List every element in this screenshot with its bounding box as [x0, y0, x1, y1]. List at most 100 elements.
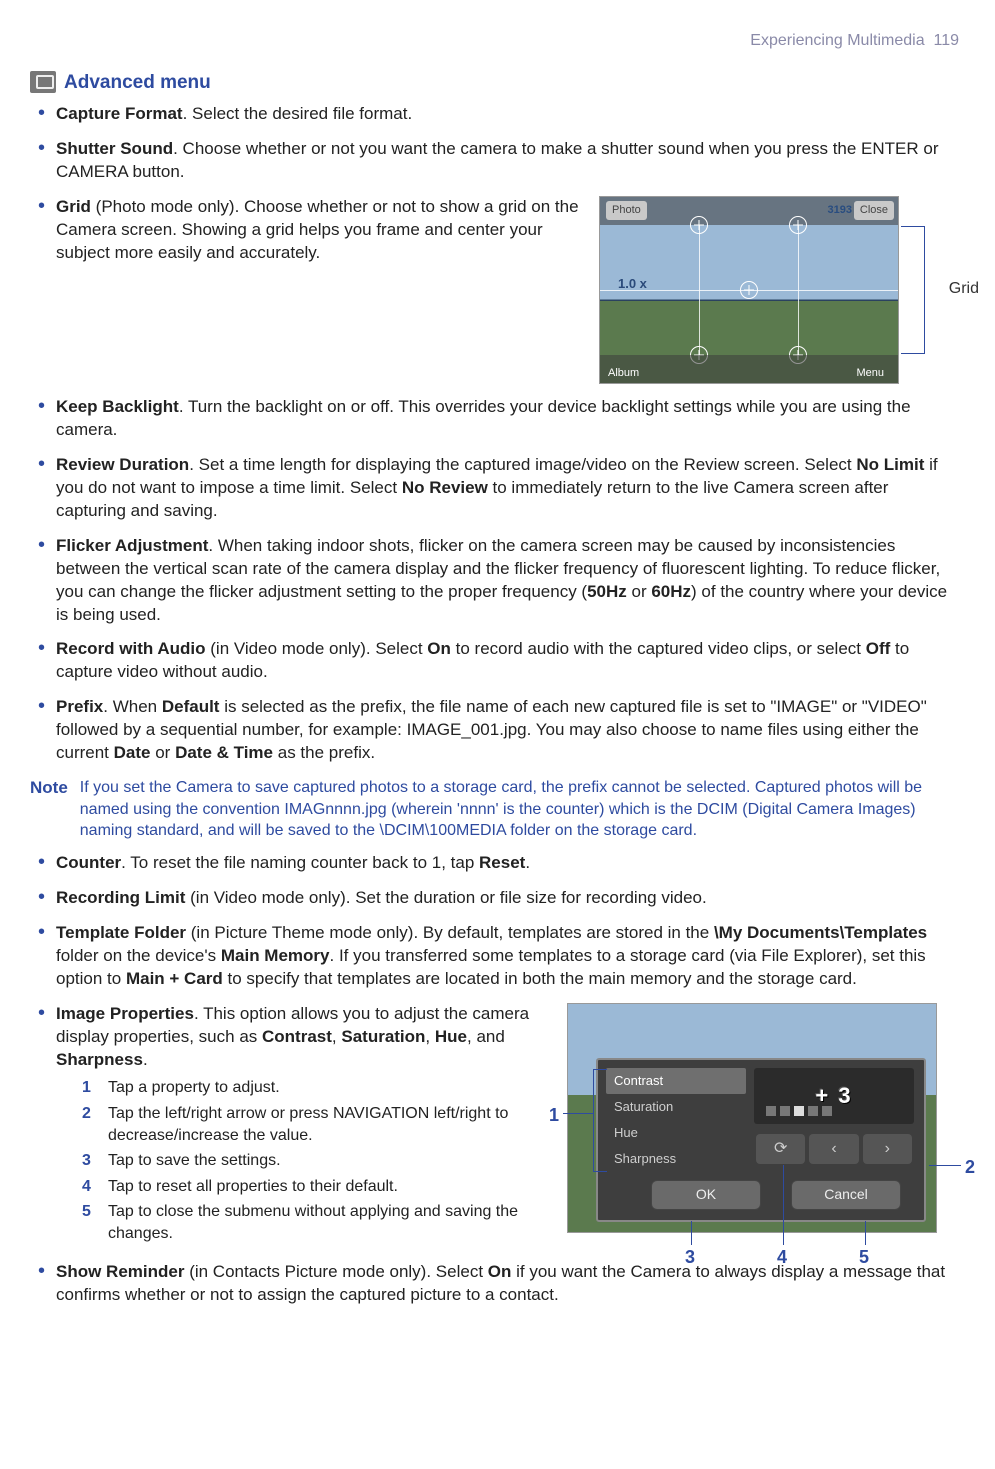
b2: Date — [114, 743, 151, 762]
section-heading: Advanced menu — [30, 70, 959, 96]
item-counter: Counter. To reset the file naming counte… — [30, 852, 959, 875]
label: Grid — [56, 197, 91, 216]
d1: . When — [103, 697, 162, 716]
callout-1: 1 — [549, 1103, 559, 1127]
opt-hue[interactable]: Hue — [606, 1120, 746, 1146]
b1: On — [427, 639, 451, 658]
chapter-title: Experiencing Multimedia — [750, 32, 924, 49]
b2: Main Memory — [221, 946, 330, 965]
label: Flicker Adjustment — [56, 536, 208, 555]
d1: Select — [436, 1262, 488, 1281]
camera-icon — [30, 71, 56, 93]
level-bar — [766, 1106, 832, 1116]
item-keep-backlight: Keep Backlight. Turn the backlight on or… — [30, 396, 959, 442]
d1: . To reset the file naming counter back … — [121, 853, 479, 872]
opt-saturation[interactable]: Saturation — [606, 1094, 746, 1120]
left-arrow-icon[interactable]: ‹ — [809, 1134, 858, 1164]
d2: . — [143, 1050, 148, 1069]
b1: Reset — [479, 853, 525, 872]
d1: . Set a time length for displaying the c… — [189, 455, 856, 474]
label: Keep Backlight — [56, 397, 179, 416]
label: Record with Audio — [56, 639, 206, 658]
note-block: Note If you set the Camera to save captu… — [30, 777, 959, 842]
note-key: Note — [30, 777, 68, 842]
close-label: Close — [854, 201, 894, 220]
b1: No Limit — [856, 455, 924, 474]
c1: , — [332, 1027, 341, 1046]
ok-button[interactable]: OK — [651, 1180, 761, 1210]
item-review-duration: Review Duration. Set a time length for d… — [30, 454, 959, 523]
mode-note: (in Video mode only). — [185, 888, 355, 907]
page-number: 119 — [933, 32, 959, 49]
step-text: Tap to save the settings. — [108, 1150, 281, 1172]
camera-preview: Photo 3193 Close 1.0 x Album — [599, 196, 899, 384]
label: Capture Format — [56, 104, 183, 123]
b2: No Review — [402, 478, 488, 497]
d3: as the prefix. — [273, 743, 375, 762]
mode-note: (Photo mode only). — [91, 197, 244, 216]
label: Shutter Sound — [56, 139, 173, 158]
label: Counter — [56, 853, 121, 872]
label: Image Properties — [56, 1004, 194, 1023]
opt-contrast[interactable]: Contrast — [606, 1068, 746, 1094]
image-properties-screenshot: Contrast Saturation Hue Sharpness + 3 — [567, 1003, 937, 1233]
c2: , — [425, 1027, 434, 1046]
menu-label: Menu — [856, 366, 884, 381]
b3: Date & Time — [175, 743, 273, 762]
b1: 50Hz — [587, 582, 627, 601]
item-capture-format: Capture Format. Select the desired file … — [30, 103, 959, 126]
image-properties-panel: Contrast Saturation Hue Sharpness + 3 — [596, 1058, 926, 1222]
d4: to specify that templates are located in… — [223, 969, 857, 988]
b1: On — [488, 1262, 512, 1281]
grid-figure: Photo 3193 Close 1.0 x Album — [599, 196, 959, 384]
item-grid: Grid (Photo mode only). Choose whether o… — [30, 196, 959, 384]
right-arrow-icon[interactable]: › — [863, 1134, 912, 1164]
item-flicker-adjustment: Flicker Adjustment. When taking indoor s… — [30, 535, 959, 627]
section-title: Advanced menu — [64, 70, 211, 96]
step-text: Tap the left/right arrow or press NAVIGA… — [108, 1103, 555, 1146]
mode-note: (in Picture Theme mode only). — [186, 923, 423, 942]
options-list: Capture Format. Select the desired file … — [30, 103, 959, 765]
cancel-button[interactable]: Cancel — [791, 1180, 901, 1210]
item-image-properties: Image Properties. This option allows you… — [30, 1003, 959, 1249]
desc: . Choose whether or not you want the cam… — [56, 139, 939, 181]
d1: Select — [375, 639, 427, 658]
label: Template Folder — [56, 923, 186, 942]
grid-callout-label: Grid — [949, 278, 979, 300]
opt-sharpness[interactable]: Sharpness — [606, 1146, 746, 1172]
desc: . Select the desired file format. — [183, 104, 413, 123]
note-text: If you set the Camera to save captured p… — [80, 777, 959, 842]
label: Recording Limit — [56, 888, 185, 907]
b2: Off — [866, 639, 891, 658]
step-4: 4Tap to reset all properties to their de… — [82, 1176, 555, 1198]
page-header: Experiencing Multimedia 119 — [30, 30, 959, 52]
or: or — [627, 582, 652, 601]
desc: Set the duration or file size for record… — [355, 888, 707, 907]
step-text: Tap a property to adjust. — [108, 1077, 280, 1099]
item-recording-limit: Recording Limit (in Video mode only). Se… — [30, 887, 959, 910]
mode-label: Photo — [606, 201, 647, 220]
step-5: 5Tap to close the submenu without applyi… — [82, 1201, 555, 1244]
options-list-2: Counter. To reset the file naming counte… — [30, 852, 959, 1307]
item-show-reminder: Show Reminder (in Contacts Picture mode … — [30, 1261, 959, 1307]
b1: \My Documents\Templates — [714, 923, 927, 942]
label: Prefix — [56, 697, 103, 716]
mode-note: (in Video mode only). — [206, 639, 376, 658]
or: or — [151, 743, 176, 762]
counter-label: 3193 — [822, 201, 858, 220]
steps-list: 1Tap a property to adjust. 2Tap the left… — [82, 1077, 555, 1244]
b2: 60Hz — [651, 582, 691, 601]
b1: Contrast — [262, 1027, 332, 1046]
label: Show Reminder — [56, 1262, 184, 1281]
property-list: Contrast Saturation Hue Sharpness — [606, 1068, 746, 1172]
step-text: Tap to close the submenu without applyin… — [108, 1201, 555, 1244]
grid-bracket — [901, 226, 925, 354]
step-3: 3Tap to save the settings. — [82, 1150, 555, 1172]
c3: , and — [467, 1027, 505, 1046]
reset-icon[interactable]: ⟳ — [756, 1134, 805, 1164]
mode-note: (in Contacts Picture mode only). — [184, 1262, 435, 1281]
d1: By default, templates are stored in the — [423, 923, 714, 942]
value-display: + 3 — [754, 1068, 914, 1124]
d2: to record audio with the captured video … — [451, 639, 866, 658]
d2: . — [525, 853, 530, 872]
